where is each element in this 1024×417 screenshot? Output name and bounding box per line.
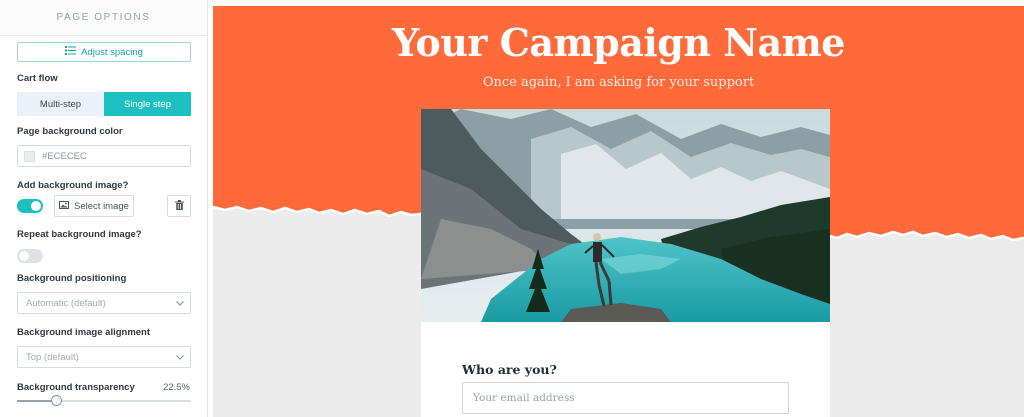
repeat-background-image-label: Repeat background image? bbox=[17, 229, 142, 240]
campaign-title: Your Campaign Name bbox=[392, 20, 845, 65]
list-icon bbox=[65, 46, 77, 58]
repeat-background-image-toggle[interactable] bbox=[17, 249, 43, 263]
background-positioning-select[interactable]: Automatic (default) bbox=[17, 292, 191, 314]
background-transparency-slider[interactable] bbox=[17, 400, 191, 402]
donation-form-card: Who are you? bbox=[421, 322, 830, 417]
delete-image-button[interactable] bbox=[167, 195, 191, 217]
who-are-you-heading: Who are you? bbox=[462, 362, 557, 377]
background-transparency-label: Background transparency bbox=[17, 382, 135, 393]
email-field[interactable] bbox=[462, 382, 789, 414]
background-positioning-value: Automatic (default) bbox=[26, 297, 106, 309]
background-transparency-value: 22.5% bbox=[163, 382, 190, 393]
sidebar-header: PAGE OPTIONS bbox=[0, 0, 207, 36]
adjust-spacing-label: Adjust spacing bbox=[81, 46, 143, 58]
toggle-knob bbox=[19, 251, 29, 261]
add-background-image-label: Add background image? bbox=[17, 180, 129, 191]
background-positioning-label: Background positioning bbox=[17, 273, 127, 284]
page-background-color-label: Page background color bbox=[17, 126, 123, 137]
page-preview: Your Campaign Name Once again, I am aski… bbox=[213, 6, 1024, 417]
cart-flow-label: Cart flow bbox=[17, 73, 58, 84]
select-image-button[interactable]: Select image bbox=[54, 195, 134, 217]
page-options-sidebar: PAGE OPTIONS Adjust spacing Cart flow Mu… bbox=[0, 0, 208, 417]
background-image-alignment-label: Background image alignment bbox=[17, 327, 151, 338]
adjust-spacing-button[interactable]: Adjust spacing bbox=[17, 42, 191, 62]
page-background-color-field[interactable]: #ECECEC bbox=[17, 145, 191, 167]
add-background-image-toggle[interactable] bbox=[17, 199, 43, 213]
single-step-option[interactable]: Single step bbox=[104, 92, 191, 116]
page-background-color-value: #ECECEC bbox=[42, 150, 87, 162]
background-image-alignment-select[interactable]: Top (default) bbox=[17, 346, 191, 368]
campaign-subtitle: Once again, I am asking for your support bbox=[482, 75, 755, 90]
campaign-photo bbox=[421, 109, 830, 322]
cart-flow-toggle: Multi-step Single step bbox=[17, 92, 191, 116]
trash-icon bbox=[174, 197, 184, 215]
image-icon bbox=[59, 200, 70, 212]
slider-thumb[interactable] bbox=[50, 395, 62, 406]
select-image-label: Select image bbox=[74, 200, 129, 212]
toggle-knob bbox=[31, 201, 41, 211]
background-image-alignment-value: Top (default) bbox=[26, 351, 79, 363]
multi-step-option[interactable]: Multi-step bbox=[17, 92, 104, 116]
color-swatch[interactable] bbox=[24, 150, 35, 162]
chevron-down-icon bbox=[176, 298, 184, 309]
chevron-down-icon bbox=[176, 352, 184, 363]
